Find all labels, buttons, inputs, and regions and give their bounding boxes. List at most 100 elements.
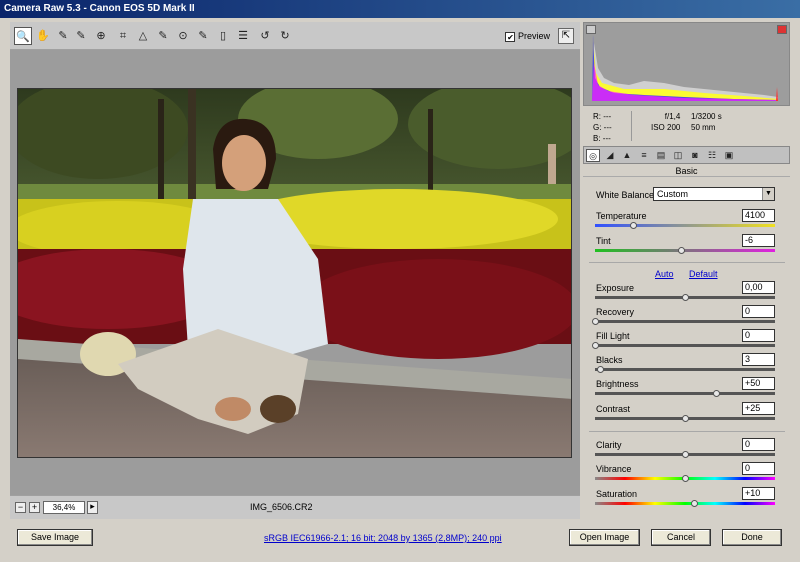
rotate-right-icon[interactable]: ↻ <box>276 27 294 45</box>
cancel-button[interactable]: Cancel <box>651 529 711 546</box>
recovery-label: Recovery <box>596 307 635 317</box>
shutter-speed: 1/3200 s <box>691 112 722 121</box>
rotate-left-icon[interactable]: ↺ <box>256 27 274 45</box>
vibrance-value-field[interactable]: 0 <box>742 462 775 475</box>
footer-bar: Save Image sRGB IEC61966-2.1; 16 bit; 20… <box>0 521 800 562</box>
exposure-value-field[interactable]: 0,00 <box>742 281 775 294</box>
hand-tool-icon[interactable]: ✋ <box>34 27 52 45</box>
zoom-level-field[interactable]: 36,4% <box>43 501 85 514</box>
contrast-slider[interactable] <box>595 415 775 422</box>
preview-toggle[interactable]: ✔ Preview <box>505 30 550 42</box>
recovery-slider[interactable] <box>592 318 775 325</box>
straighten-tool-icon[interactable]: △ <box>134 27 152 45</box>
preview-checkbox[interactable]: ✔ <box>505 31 516 42</box>
zoom-menu-button[interactable]: ▸ <box>87 501 98 514</box>
tone-curve-tab-icon[interactable]: ◢ <box>603 149 617 162</box>
hsl-tab-icon[interactable]: ≡ <box>637 149 651 162</box>
temperature-slider-thumb[interactable] <box>629 222 637 229</box>
exposure-slider-thumb[interactable] <box>682 294 689 301</box>
white-balance-tool-icon[interactable]: ✎ <box>54 27 72 45</box>
fill-light-label: Fill Light <box>596 331 630 341</box>
focal-length: 50 mm <box>691 123 716 132</box>
default-link[interactable]: Default <box>689 269 718 279</box>
image-canvas[interactable] <box>10 50 580 495</box>
tint-value-field[interactable]: -6 <box>742 234 775 247</box>
zoom-tool-icon[interactable]: 🔍 <box>14 27 32 45</box>
readout: R: --- G: --- B: --- f/1,4 ISO 200 1/320… <box>583 108 790 144</box>
vibrance-label: Vibrance <box>596 464 632 474</box>
exposure-slider[interactable] <box>595 294 775 301</box>
graduated-filter-icon[interactable]: ▯ <box>214 27 232 45</box>
tint-label: Tint <box>596 236 611 246</box>
fullscreen-icon[interactable]: ⇱ <box>558 28 574 44</box>
basic-tab-icon[interactable]: ◎ <box>586 149 600 162</box>
open-image-button[interactable]: Open Image <box>569 529 640 546</box>
snapshots-tab-icon[interactable]: ▣ <box>722 149 736 162</box>
auto-link[interactable]: Auto <box>655 269 674 279</box>
recovery-value-field[interactable]: 0 <box>742 305 775 318</box>
panel-divider <box>589 431 785 432</box>
fill-light-value-field[interactable]: 0 <box>742 329 775 342</box>
clarity-label: Clarity <box>596 440 622 450</box>
clarity-slider-thumb[interactable] <box>682 451 689 458</box>
temperature-value-field[interactable]: 4100 <box>742 209 775 222</box>
clarity-slider[interactable] <box>595 451 775 458</box>
tint-slider[interactable] <box>595 247 775 254</box>
exposure-label: Exposure <box>596 283 635 293</box>
brightness-slider-thumb[interactable] <box>712 390 720 397</box>
g-value: G: --- <box>593 123 612 132</box>
zoom-out-button[interactable]: − <box>15 502 26 513</box>
temperature-slider[interactable] <box>595 222 775 229</box>
split-toning-tab-icon[interactable]: ▤ <box>654 149 668 162</box>
vibrance-slider-thumb[interactable] <box>682 475 689 482</box>
color-sampler-tool-icon[interactable]: ✎ <box>72 27 90 45</box>
spot-removal-tool-icon[interactable]: ✎ <box>154 27 172 45</box>
temperature-label: Temperature <box>596 211 647 221</box>
camera-calibration-tab-icon[interactable]: ◙ <box>688 149 702 162</box>
saturation-value-field[interactable]: +10 <box>742 487 775 500</box>
blacks-slider-thumb[interactable] <box>597 366 605 373</box>
histogram <box>583 22 790 106</box>
readout-divider <box>631 111 632 141</box>
blacks-label: Blacks <box>596 355 623 365</box>
red-eye-tool-icon[interactable]: ⊙ <box>174 27 192 45</box>
brightness-label: Brightness <box>596 379 639 389</box>
panel-tabs: ◎ ◢ ▲ ≡ ▤ ◫ ◙ ☷ ▣ <box>583 146 790 164</box>
b-value: B: --- <box>593 134 611 143</box>
workflow-options-link[interactable]: sRGB IEC61966-2.1; 16 bit; 2048 by 1365 … <box>264 533 502 543</box>
recovery-slider-thumb[interactable] <box>592 318 599 325</box>
saturation-slider-thumb[interactable] <box>691 500 698 507</box>
saturation-label: Saturation <box>596 489 638 499</box>
tint-slider-thumb[interactable] <box>678 247 686 254</box>
done-button[interactable]: Done <box>722 529 782 546</box>
clarity-value-field[interactable]: 0 <box>742 438 775 451</box>
vibrance-slider[interactable] <box>595 475 775 482</box>
blacks-value-field[interactable]: 3 <box>742 353 775 366</box>
brightness-slider[interactable] <box>595 390 775 397</box>
brightness-value-field[interactable]: +50 <box>742 377 775 390</box>
adjustment-brush-icon[interactable]: ✎ <box>194 27 212 45</box>
fill-light-slider[interactable] <box>592 342 775 349</box>
white-balance-select[interactable]: Custom ▼ <box>653 187 775 201</box>
preview-area: 🔍✋✎✎⊕⌗△✎⊙✎▯☰↺↻ ✔ Preview ⇱ <box>10 22 580 519</box>
preferences-icon[interactable]: ☰ <box>234 27 252 45</box>
white-balance-label: White Balance: <box>596 190 657 200</box>
fill-light-slider-thumb[interactable] <box>592 342 599 349</box>
aperture: f/1,4 <box>664 112 681 121</box>
r-value: R: --- <box>593 112 612 121</box>
contrast-value-field[interactable]: +25 <box>742 402 775 415</box>
blacks-slider[interactable] <box>595 366 775 373</box>
crop-tool-icon[interactable]: ⌗ <box>114 27 132 45</box>
toolbar: 🔍 ✋ ✎ ✎ ⊕ ⌗ △ ✎ ⊙ ✎ ▯ ☰ ↺ ↻ ✔ Preview ⇱ <box>10 22 580 50</box>
target-adjustment-tool-icon[interactable]: ⊕ <box>92 27 110 45</box>
detail-tab-icon[interactable]: ▲ <box>620 149 634 162</box>
right-panel: R: --- G: --- B: --- f/1,4 ISO 200 1/320… <box>583 22 790 519</box>
lens-corrections-tab-icon[interactable]: ◫ <box>671 149 685 162</box>
save-image-button[interactable]: Save Image <box>17 529 93 546</box>
contrast-slider-thumb[interactable] <box>682 415 689 422</box>
chevron-down-icon[interactable]: ▼ <box>762 188 774 200</box>
presets-tab-icon[interactable]: ☷ <box>705 149 719 162</box>
saturation-slider[interactable] <box>595 500 775 507</box>
zoom-in-button[interactable]: + <box>29 502 40 513</box>
photo-preview[interactable] <box>17 88 572 458</box>
